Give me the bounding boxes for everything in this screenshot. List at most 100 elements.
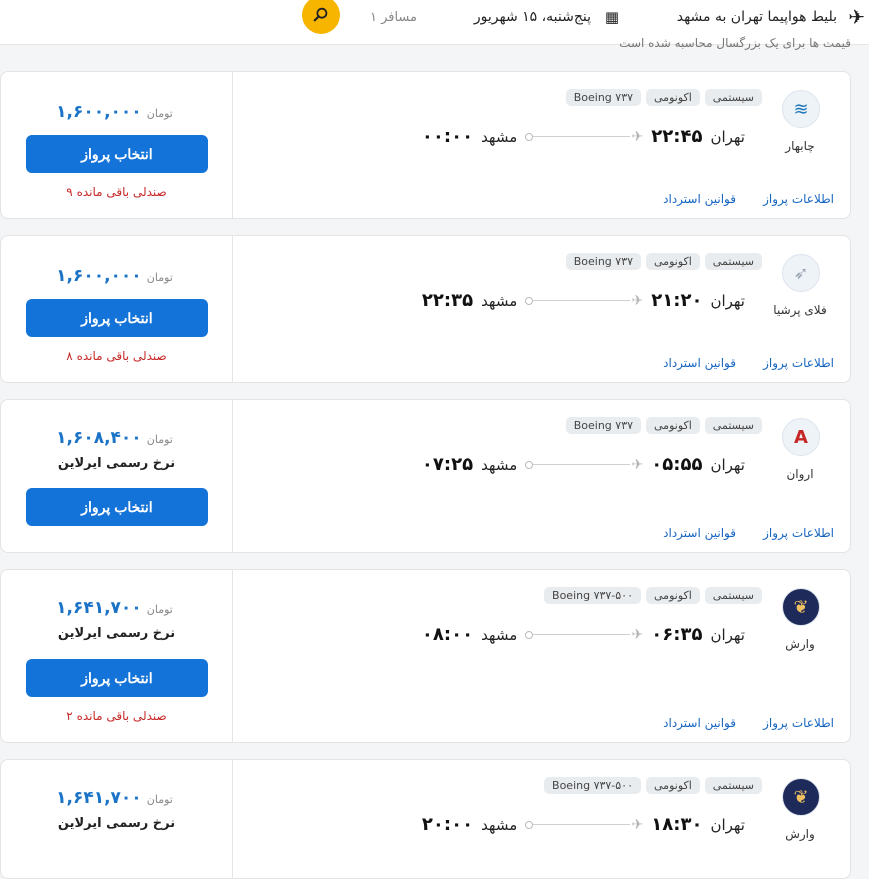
official-rate-label: نرخ رسمی ایرلاین: [57, 456, 176, 471]
price-block: تومان ۱,۶۰۰,۰۰۰: [1, 266, 232, 286]
tag-aircraft: Boeing ۷۳۷: [565, 253, 642, 270]
price: ۱,۶۴۱,۷۰۰: [56, 598, 142, 618]
airline-name: وارش: [785, 637, 815, 651]
search-icon: [313, 7, 328, 22]
currency-label: تومان: [146, 603, 173, 616]
price: ۱,۶۰۰,۰۰۰: [56, 102, 142, 122]
tag-aircraft: Boeing ۷۳۷: [565, 89, 642, 106]
select-flight-button[interactable]: انتخاب پرواز: [26, 659, 208, 697]
tag-list: سیستمی اکونومی Boeing ۷۳۷: [565, 89, 762, 106]
seats-remaining: ۹ صندلی باقی مانده: [66, 185, 167, 199]
airline-logo: ❦: [782, 778, 820, 816]
flight-info-link[interactable]: اطلاعات پرواز: [763, 716, 834, 730]
airline-logo: ➶: [782, 254, 820, 292]
destination-city: مشهد: [481, 625, 518, 644]
plane-icon: ✈: [848, 5, 865, 29]
flight-card: ≋ چابهار سیستمی اکونومی Boeing ۷۳۷ تهران…: [0, 71, 851, 219]
tag-list: سیستمی اکونومی Boeing ۷۳۷: [565, 417, 762, 434]
tag-booking-type: سیستمی: [704, 417, 762, 434]
airline-name: فلای پرشیا: [773, 303, 827, 317]
tag-booking-type: سیستمی: [704, 89, 762, 106]
seats-remaining: ۸ صندلی باقی مانده: [66, 349, 167, 363]
route-row: تهران ۰۵:۵۵ ✈ مشهد ۰۷:۲۵: [422, 454, 745, 475]
origin-city: تهران: [710, 291, 745, 310]
destination-city: مشهد: [481, 815, 518, 834]
calendar-icon: ▦: [604, 8, 619, 26]
card-divider: [232, 760, 233, 878]
tag-aircraft: Boeing ۷۳۷: [565, 417, 642, 434]
arrival-time: ۲۲:۳۵: [421, 290, 474, 311]
arrival-time: ۰۰:۰۰: [421, 126, 474, 147]
select-flight-button[interactable]: انتخاب پرواز: [26, 299, 208, 337]
official-rate-label: نرخ رسمی ایرلاین: [57, 816, 176, 831]
refund-rules-link[interactable]: قوانین استرداد: [663, 716, 736, 730]
tag-aircraft: Boeing ۷۳۷-۵۰۰: [544, 777, 642, 794]
airline-logo: ❦: [782, 588, 820, 626]
departure-time: ۲۲:۴۵: [651, 126, 703, 147]
airline-name: اروان: [786, 467, 814, 481]
price-block: تومان ۱,۶۰۰,۰۰۰: [1, 102, 232, 122]
tag-cabin-class: اکونومی: [646, 777, 700, 794]
card-divider: [232, 236, 233, 382]
tag-booking-type: سیستمی: [704, 587, 762, 604]
airline-name: چابهار: [785, 139, 815, 153]
search-button[interactable]: [302, 0, 340, 34]
route-line: ✈: [525, 457, 643, 473]
currency-label: تومان: [146, 107, 173, 120]
flight-card: A اروان سیستمی اکونومی Boeing ۷۳۷ تهران …: [0, 399, 851, 553]
plane-icon: ✈: [631, 816, 644, 833]
tag-cabin-class: اکونومی: [646, 89, 700, 106]
currency-label: تومان: [146, 793, 173, 806]
destination-city: مشهد: [481, 455, 518, 474]
flight-info-link[interactable]: اطلاعات پرواز: [763, 356, 834, 370]
departure-time: ۰۵:۵۵: [651, 454, 703, 475]
flight-card: ➶ فلای پرشیا سیستمی اکونومی Boeing ۷۳۷ ت…: [0, 235, 851, 383]
tag-aircraft: Boeing ۷۳۷-۵۰۰: [544, 587, 642, 604]
flight-info-link[interactable]: اطلاعات پرواز: [763, 526, 834, 540]
refund-rules-link[interactable]: قوانین استرداد: [663, 356, 736, 370]
plane-icon: ✈: [631, 626, 644, 643]
select-flight-button[interactable]: انتخاب پرواز: [26, 488, 208, 526]
route-line: ✈: [525, 129, 643, 145]
card-divider: [232, 72, 233, 218]
airline-logo: ≋: [782, 90, 820, 128]
price-block: تومان ۱,۶۰۸,۴۰۰ نرخ رسمی ایرلاین: [1, 428, 232, 471]
tag-cabin-class: اکونومی: [646, 417, 700, 434]
flight-card: ❦ وارش سیستمی اکونومی Boeing ۷۳۷-۵۰۰ تهر…: [0, 759, 851, 879]
tag-list: سیستمی اکونومی Boeing ۷۳۷-۵۰۰: [544, 777, 762, 794]
route-title[interactable]: بلیط هواپیما تهران به مشهد: [677, 0, 837, 34]
departure-time: ۲۱:۲۰: [651, 290, 703, 311]
card-divider: [232, 400, 233, 552]
plane-icon: ✈: [631, 456, 644, 473]
origin-city: تهران: [710, 455, 745, 474]
refund-rules-link[interactable]: قوانین استرداد: [663, 192, 736, 206]
currency-label: تومان: [146, 271, 173, 284]
currency-label: تومان: [146, 433, 173, 446]
route-row: تهران ۲۱:۲۰ ✈ مشهد ۲۲:۳۵: [422, 290, 745, 311]
route-line: ✈: [525, 817, 643, 833]
arrival-time: ۰۷:۲۵: [421, 454, 474, 475]
passenger-count[interactable]: ۱ مسافر: [370, 0, 417, 34]
origin-city: تهران: [710, 625, 745, 644]
price: ۱,۶۴۱,۷۰۰: [56, 788, 142, 808]
price: ۱,۶۰۰,۰۰۰: [56, 266, 142, 286]
flight-info-link[interactable]: اطلاعات پرواز: [763, 192, 834, 206]
price: ۱,۶۰۸,۴۰۰: [56, 428, 142, 448]
flight-card: ❦ وارش سیستمی اکونومی Boeing ۷۳۷-۵۰۰ تهر…: [0, 569, 851, 743]
origin-city: تهران: [710, 127, 745, 146]
tag-cabin-class: اکونومی: [646, 253, 700, 270]
route-row: تهران ۲۲:۴۵ ✈ مشهد ۰۰:۰۰: [422, 126, 745, 147]
select-flight-button[interactable]: انتخاب پرواز: [26, 135, 208, 173]
date-field[interactable]: پنج‌شنبه، ۱۵ شهریور: [474, 0, 591, 34]
route-line: ✈: [525, 293, 643, 309]
airline-logo: A: [782, 418, 820, 456]
refund-rules-link[interactable]: قوانین استرداد: [663, 526, 736, 540]
origin-city: تهران: [710, 815, 745, 834]
card-divider: [232, 570, 233, 742]
route-row: تهران ۱۸:۳۰ ✈ مشهد ۲۰:۰۰: [422, 814, 745, 835]
tag-cabin-class: اکونومی: [646, 587, 700, 604]
route-line: ✈: [525, 627, 643, 643]
tag-booking-type: سیستمی: [704, 777, 762, 794]
price-note: قیمت ها برای یک بزرگسال محاسبه شده است: [619, 36, 851, 50]
price-block: تومان ۱,۶۴۱,۷۰۰ نرخ رسمی ایرلاین: [1, 788, 232, 831]
